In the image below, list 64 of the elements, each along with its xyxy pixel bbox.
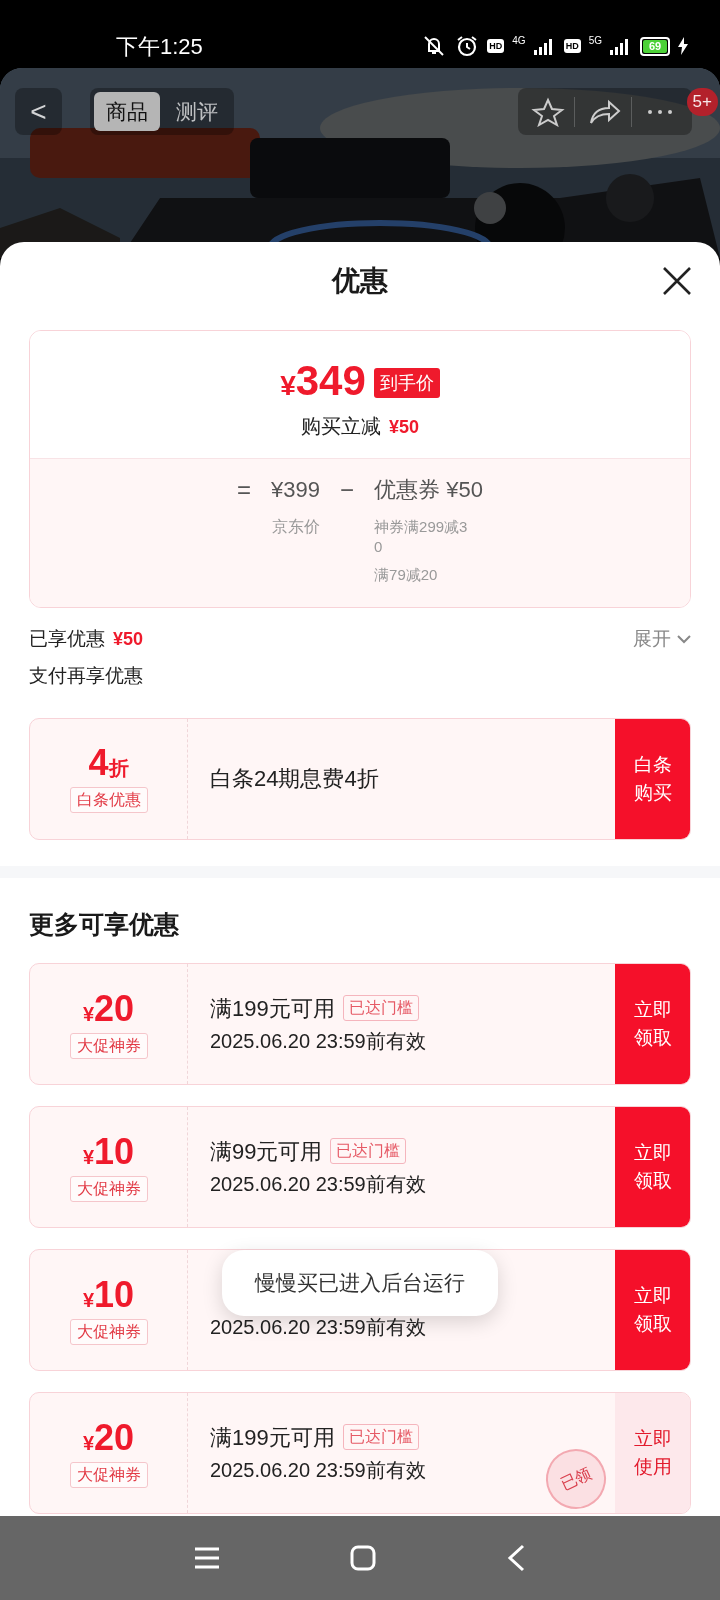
section-title: 支付再享优惠 (29, 665, 143, 686)
threshold-badge: 已达门槛 (342, 995, 419, 1021)
base-price-label: 京东价 (271, 517, 320, 537)
coupon-value: 20 (94, 989, 135, 1028)
coupon-item: 神券满299减30 (374, 517, 469, 557)
coupon-value: 20 (94, 1418, 135, 1457)
currency-symbol: ¥ (82, 1288, 95, 1313)
back-icon[interactable] (506, 1544, 526, 1572)
menu-icon[interactable] (194, 1547, 220, 1569)
coupon-tag: 大促神券 (69, 1175, 148, 1202)
coupon-validity: 2025.06.20 23:59前有效 (210, 1172, 426, 1197)
back-button[interactable]: < (15, 88, 62, 135)
coupon-action-button[interactable]: 立即领取 (615, 1107, 690, 1227)
coupon-tag: 大促神券 (69, 1032, 148, 1059)
coupon-value: 10 (94, 1275, 135, 1314)
threshold-badge: 已达门槛 (342, 1424, 419, 1450)
network-label: 5G (588, 36, 602, 46)
coupon-total: 优惠券 ¥50 (374, 476, 483, 504)
price-tag: 到手价 (373, 368, 440, 398)
final-price: 349 (295, 359, 366, 403)
coupon-validity: 2025.06.20 23:59前有效 (210, 1029, 426, 1054)
network-label: 4G (512, 36, 526, 46)
coupon-value: 10 (94, 1132, 135, 1171)
enjoyed-amount: ¥50 (113, 627, 144, 651)
currency-symbol: ¥ (280, 370, 296, 403)
page-tab[interactable]: 测评 (164, 92, 230, 131)
coupon-condition: 满199元可用 (210, 994, 335, 1023)
currency-symbol: ¥ (82, 1002, 95, 1027)
saving-label: 购买立减 (300, 414, 381, 439)
baitiao-buy-button[interactable]: 白条购买 (615, 718, 690, 839)
close-icon[interactable] (662, 266, 692, 296)
toast-message: 慢慢买已进入后台运行 (222, 1250, 498, 1316)
expand-toggle[interactable]: 展开 (633, 624, 691, 654)
coupon-action-button[interactable]: 立即使用 (615, 1393, 690, 1513)
hd-badge: HD (487, 39, 505, 53)
coupon-condition: 满99元可用 (210, 1137, 323, 1166)
coupon-action-button[interactable]: 立即领取 (615, 1250, 690, 1370)
base-price: ¥399 (271, 476, 321, 504)
saving-amount: ¥50 (388, 416, 419, 439)
minus-sign: − (340, 475, 355, 505)
threshold-badge: 已达门槛 (330, 1138, 407, 1164)
coupon-item: 满79减20 (374, 565, 439, 585)
page-tab[interactable]: 商品 (94, 92, 160, 131)
hd-badge: HD (563, 39, 581, 53)
offer-tag: 白条优惠 (69, 787, 148, 813)
coupon-tag: 大促神券 (69, 1318, 148, 1345)
discount-value: 4 (88, 744, 109, 782)
discount-unit: 折 (108, 757, 129, 781)
coupon-validity: 2025.06.20 23:59前有效 (210, 1315, 426, 1340)
offer-description: 白条24期息费4折 (210, 765, 379, 793)
battery-indicator: 69 (640, 36, 670, 56)
section-title: 更多可享优惠 (29, 909, 179, 938)
coupon-tag: 大促神券 (69, 1461, 148, 1488)
currency-symbol: ¥ (82, 1145, 95, 1170)
equals-sign: = (237, 475, 252, 505)
home-icon[interactable] (350, 1545, 376, 1571)
coupon-condition: 满199元可用 (210, 1423, 335, 1452)
coupon-action-button[interactable]: 立即领取 (615, 964, 690, 1084)
coupon-validity: 2025.06.20 23:59前有效 (210, 1458, 426, 1483)
status-time: 下午1:25 (116, 36, 203, 58)
currency-symbol: ¥ (82, 1431, 95, 1456)
sheet-title: 优惠 (332, 264, 388, 298)
enjoyed-label: 已享优惠 (29, 626, 105, 651)
charging-icon (678, 37, 688, 55)
